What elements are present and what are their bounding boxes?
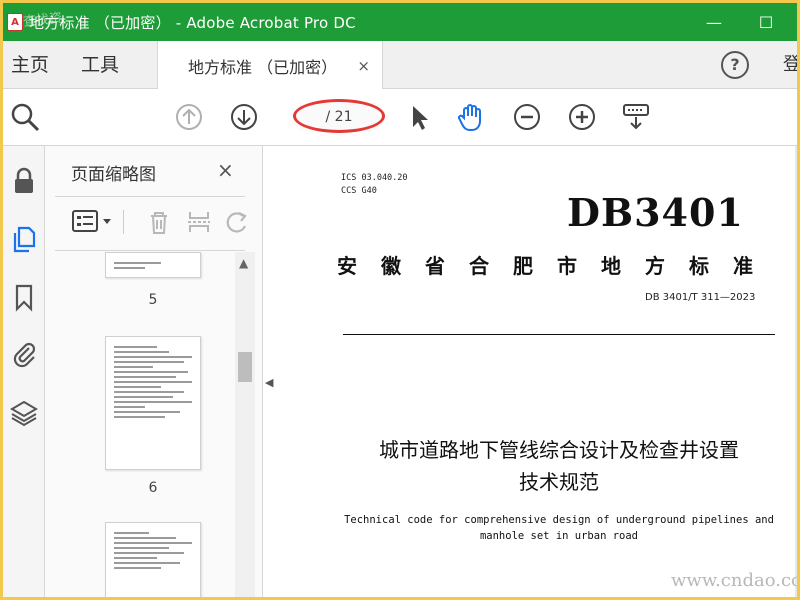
hand-tool-icon[interactable]: [455, 101, 487, 133]
thumbnail-text-line: [114, 366, 153, 368]
thumbnail-text-line: [114, 386, 161, 388]
document-view: ICS 03.040.20 CCS G40 DB3401 安徽省合肥市地方标准 …: [281, 146, 797, 597]
title-cn-line1: 城市道路地下管线综合设计及检查井设置: [379, 438, 739, 462]
ics-line: ICS 03.040.20: [341, 173, 408, 183]
thumbnail-page-5[interactable]: [105, 252, 201, 278]
thumbnail-text-line: [114, 381, 192, 383]
tab-close-icon[interactable]: ×: [357, 57, 370, 75]
thumbnail-text-line: [114, 376, 177, 378]
highlight-ellipse: [293, 99, 385, 133]
thumbnail-text-line: [114, 537, 177, 539]
panel-title: 页面缩略图: [71, 165, 156, 185]
thumbnail-list: 5 6: [45, 252, 235, 597]
menu-home[interactable]: 主页: [11, 41, 49, 89]
next-page-icon[interactable]: [228, 101, 260, 133]
thumbnail-text-line: [114, 542, 192, 544]
standard-number: DB 3401/T 311—2023: [645, 292, 756, 303]
maximize-button[interactable]: ☐: [743, 3, 789, 41]
thumbnail-label: 6: [148, 480, 158, 496]
document-title-cn: 城市道路地下管线综合设计及检查井设置 技术规范: [341, 434, 777, 498]
minimize-button[interactable]: —: [691, 3, 737, 41]
search-zoom-icon[interactable]: [9, 101, 41, 133]
document-tab[interactable]: 地方标准 （已加密） ×: [157, 41, 383, 90]
title-cn-line2: 技术规范: [519, 470, 599, 494]
thumbnail-text-line: [114, 547, 169, 549]
watermark-bottom-right: www.cndao.com: [671, 570, 797, 591]
document-page: ICS 03.040.20 CCS G40 DB3401 安徽省合肥市地方标准 …: [281, 146, 797, 597]
acrobat-app-icon: A: [7, 13, 23, 31]
rotate-page-icon[interactable]: [223, 208, 251, 236]
attachment-icon[interactable]: [9, 338, 39, 368]
thumbnail-text-line: [114, 411, 181, 413]
province-title: 安徽省合肥市地方标准: [337, 254, 777, 278]
thumbnail-text-line: [114, 552, 185, 554]
thumbnail-text-line: [114, 557, 157, 559]
extract-page-icon[interactable]: [185, 208, 213, 236]
page-thumbnails-panel: 页面缩略图 × 5 6 ▲: [45, 146, 263, 597]
prev-page-icon[interactable]: [173, 101, 205, 133]
thumbnail-text-line: [114, 562, 181, 564]
bookmark-icon[interactable]: [9, 282, 39, 312]
ccs-line: CCS G40: [341, 186, 377, 196]
thumbnail-text-line: [114, 346, 157, 348]
thumbnail-label: 5: [148, 292, 158, 308]
zoom-in-icon[interactable]: [566, 101, 598, 133]
thumbnail-text-line: [114, 532, 150, 534]
thumbnail-text-line: [114, 351, 169, 353]
thumbnail-text-line: [114, 406, 146, 408]
toolbar: / 21: [3, 89, 797, 146]
db-code: DB3401: [567, 190, 744, 235]
zoom-out-icon[interactable]: [511, 101, 543, 133]
title-en-line1: Technical code for comprehensive design …: [344, 514, 774, 526]
thumbnail-text-line: [114, 267, 146, 269]
panel-divider: [55, 196, 245, 197]
acrobat-window: A 地方标准 （已加密） - Adobe Acrobat Pro DC 查找资 …: [3, 3, 797, 597]
title-divider: [343, 334, 775, 335]
keyboard-tool-icon[interactable]: [620, 101, 652, 133]
select-cursor-icon[interactable]: [403, 101, 435, 133]
thumbnail-text-line: [114, 416, 165, 418]
menu-tools[interactable]: 工具: [81, 41, 119, 89]
delete-page-icon[interactable]: [145, 208, 173, 236]
pages-icon[interactable]: [9, 224, 39, 254]
panel-divider: [55, 250, 245, 251]
thumbnail-text-line: [114, 391, 185, 393]
thumbnail-page-7[interactable]: [105, 522, 201, 597]
title-en-line2: manhole set in urban road: [479, 530, 639, 542]
login-link[interactable]: 登: [783, 41, 797, 89]
thumbnail-text-line: [114, 396, 173, 398]
thumbnail-scrollbar[interactable]: ▲: [235, 252, 255, 597]
thumbnail-text-line: [114, 371, 189, 373]
panel-toolbar: [69, 204, 259, 240]
thumbnail-text-line: [114, 361, 185, 363]
scrollbar-thumb[interactable]: [238, 352, 252, 382]
panel-close-icon[interactable]: ×: [217, 158, 234, 182]
thumbnail-text-line: [114, 262, 161, 264]
thumbnail-options-icon[interactable]: [71, 208, 115, 236]
thumbnail-page-6[interactable]: [105, 336, 201, 470]
left-navigation-rail: [3, 146, 45, 597]
help-icon[interactable]: ?: [721, 51, 749, 79]
scroll-up-icon[interactable]: ▲: [239, 256, 248, 270]
window-title: 地方标准 （已加密） - Adobe Acrobat Pro DC: [29, 13, 356, 32]
thumbnail-text-line: [114, 567, 161, 569]
layers-icon[interactable]: [9, 398, 39, 428]
thumbnail-text-line: [114, 356, 192, 358]
title-bar: A 地方标准 （已加密） - Adobe Acrobat Pro DC 查找资 …: [3, 3, 797, 41]
document-title-en: Technical code for comprehensive design …: [341, 512, 777, 544]
lock-icon[interactable]: [9, 166, 39, 196]
document-tab-label: 地方标准 （已加密）: [188, 57, 338, 77]
menu-bar: 主页 工具 地方标准 （已加密） × ? 登: [3, 41, 797, 90]
ics-code: ICS 03.040.20 CCS G40: [341, 172, 408, 198]
panel-toolbar-separator: [123, 210, 124, 234]
thumbnail-text-line: [114, 401, 192, 403]
collapse-panel-icon[interactable]: ◀: [265, 376, 279, 396]
